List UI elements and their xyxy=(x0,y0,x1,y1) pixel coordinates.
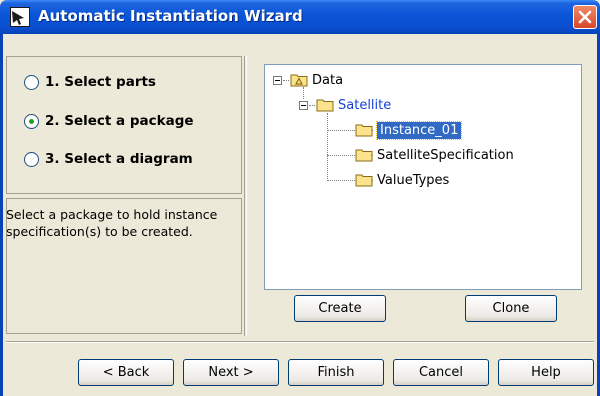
footer-separator xyxy=(6,341,594,343)
next-button[interactable]: Next > xyxy=(183,359,279,386)
tree-node-label: Data xyxy=(312,72,344,88)
tree-node-satellite[interactable]: Satellite xyxy=(299,95,391,115)
step-label: 3. Select a diagram xyxy=(45,151,193,167)
close-button[interactable] xyxy=(573,5,597,29)
step-select-parts[interactable]: 1. Select parts xyxy=(24,71,156,93)
close-icon xyxy=(578,10,592,24)
tree-node-data[interactable]: Data xyxy=(273,70,343,90)
step-label: 2. Select a package xyxy=(45,113,194,129)
tree-node-label: Satellite xyxy=(338,97,392,113)
tree-node-label-selected: Instance_01 xyxy=(375,120,463,140)
folder-icon xyxy=(355,149,373,162)
folder-icon xyxy=(355,124,373,137)
create-button[interactable]: Create xyxy=(294,295,386,322)
window-title: Automatic Instantiation Wizard xyxy=(38,7,303,25)
tree-node-label: ValueTypes xyxy=(377,172,450,188)
package-tree[interactable]: Data Satellite Instance_01 SatelliteSpec… xyxy=(264,64,582,290)
title-bar: Automatic Instantiation Wizard xyxy=(0,0,600,34)
help-button[interactable]: Help xyxy=(498,359,594,386)
tree-node-valuetypes[interactable]: ValueTypes xyxy=(355,170,449,190)
tree-node-label: SatelliteSpecification xyxy=(377,147,514,163)
finish-button[interactable]: Finish xyxy=(288,359,384,386)
collapse-toggle[interactable] xyxy=(299,100,308,110)
step-radio[interactable] xyxy=(24,113,39,129)
step-select-diagram[interactable]: 3. Select a diagram xyxy=(24,148,193,170)
tree-node-specification[interactable]: SatelliteSpecification xyxy=(355,145,514,165)
step-radio[interactable] xyxy=(24,74,39,90)
collapse-toggle[interactable] xyxy=(273,75,282,85)
back-button[interactable]: < Back xyxy=(78,359,174,386)
step-label: 1. Select parts xyxy=(45,74,156,90)
wizard-icon xyxy=(10,7,30,27)
package-folder-icon xyxy=(290,74,308,87)
panel-divider[interactable] xyxy=(244,56,247,336)
cancel-button[interactable]: Cancel xyxy=(393,359,489,386)
folder-icon xyxy=(355,174,373,187)
tree-node-instance[interactable]: Instance_01 xyxy=(355,120,463,140)
clone-button[interactable]: Clone xyxy=(465,295,557,322)
step-select-package[interactable]: 2. Select a package xyxy=(24,110,194,132)
step-radio[interactable] xyxy=(24,151,39,167)
step-description: Select a package to hold instance specif… xyxy=(6,207,218,239)
folder-icon xyxy=(316,99,334,112)
